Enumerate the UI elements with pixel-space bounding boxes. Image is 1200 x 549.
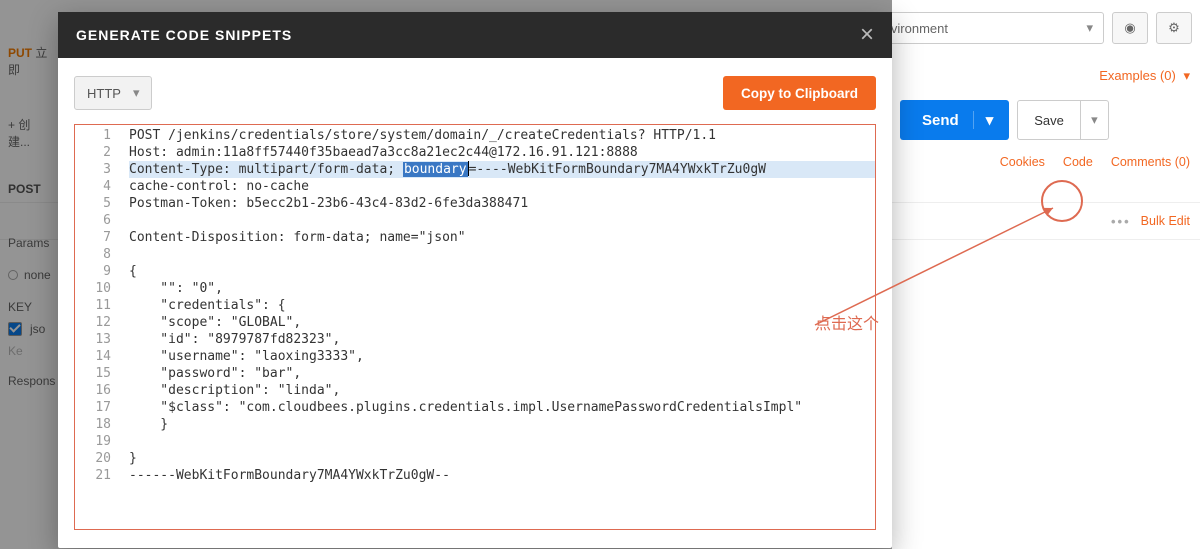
examples-dropdown[interactable]: Examples (0) ▾ xyxy=(1099,68,1190,84)
send-label: Send xyxy=(922,112,959,129)
cookies-link[interactable]: Cookies xyxy=(1000,155,1045,169)
modal-header: GENERATE CODE SNIPPETS × xyxy=(58,12,892,58)
language-dropdown[interactable]: HTTP ▾ xyxy=(74,76,152,110)
environment-dropdown[interactable]: Environment ▾ xyxy=(864,12,1104,44)
bulk-edit-link[interactable]: Bulk Edit xyxy=(1141,214,1190,228)
chevron-down-icon: ▾ xyxy=(1086,20,1093,36)
code-viewer[interactable]: 123456789101112131415161718192021 POST /… xyxy=(74,124,876,530)
env-quicklook-button[interactable]: ◉ xyxy=(1112,12,1148,44)
comments-link[interactable]: Comments (0) xyxy=(1111,155,1190,169)
gear-icon: ⚙ xyxy=(1168,20,1180,36)
code-snippets-modal: GENERATE CODE SNIPPETS × HTTP ▾ Copy to … xyxy=(58,12,892,548)
chevron-down-icon: ▾ xyxy=(1183,68,1190,83)
eye-icon: ◉ xyxy=(1124,20,1135,36)
chevron-down-icon: ▾ xyxy=(1091,112,1098,128)
modal-title: GENERATE CODE SNIPPETS xyxy=(76,27,292,43)
code-link[interactable]: Code xyxy=(1063,155,1093,169)
save-dropdown[interactable]: ▾ xyxy=(1080,101,1108,139)
language-label: HTTP xyxy=(87,86,121,101)
line-gutter: 123456789101112131415161718192021 xyxy=(75,127,119,523)
chevron-down-icon[interactable]: ▾ xyxy=(973,111,994,129)
chevron-down-icon: ▾ xyxy=(133,85,140,101)
close-icon[interactable]: × xyxy=(860,23,874,47)
env-settings-button[interactable]: ⚙ xyxy=(1156,12,1192,44)
examples-label: Examples (0) xyxy=(1099,68,1176,83)
code-lines: POST /jenkins/credentials/store/system/d… xyxy=(119,127,875,523)
save-button[interactable]: Save xyxy=(1018,113,1080,128)
copy-to-clipboard-button[interactable]: Copy to Clipboard xyxy=(723,76,876,110)
more-button[interactable]: ••• xyxy=(1111,214,1131,229)
send-button[interactable]: Send ▾ xyxy=(900,100,1009,140)
